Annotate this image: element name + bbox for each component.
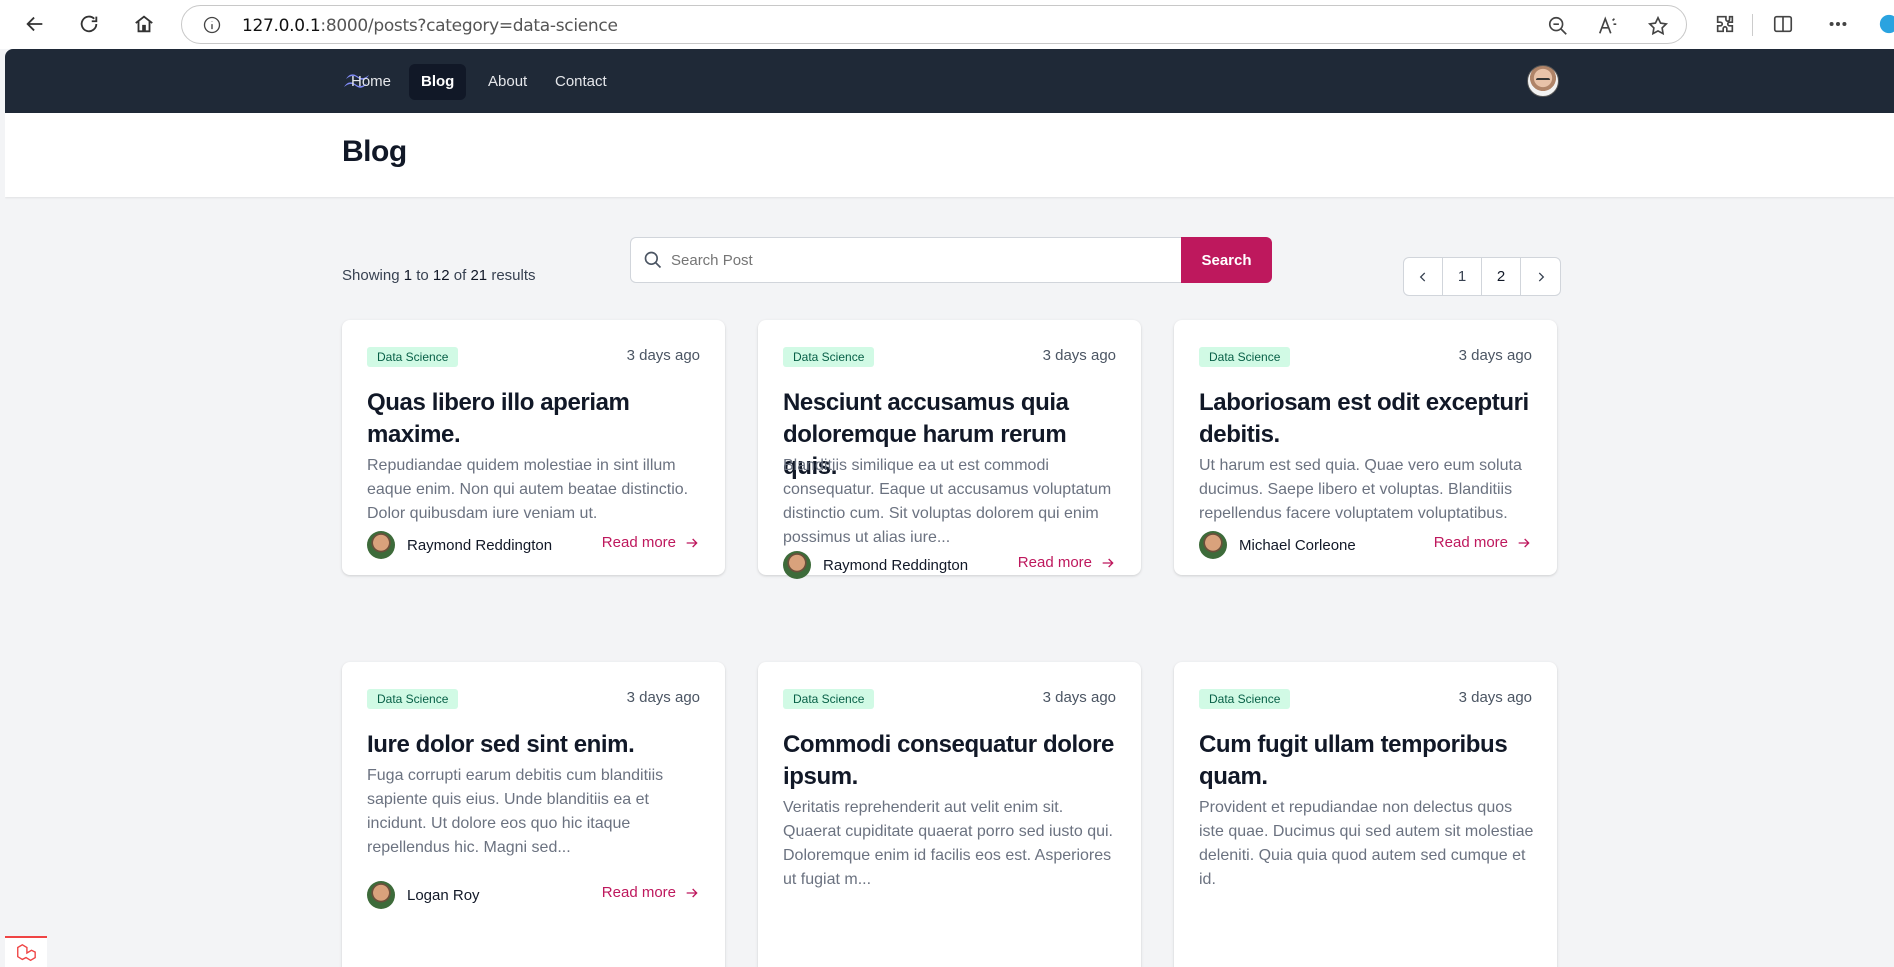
address-bar[interactable]: 127.0.0.1:8000/posts?category=data-scien… <box>181 5 1687 44</box>
author-avatar <box>367 531 395 559</box>
author-avatar <box>783 551 811 579</box>
browser-toolbar: 127.0.0.1:8000/posts?category=data-scien… <box>0 0 1894 49</box>
favorite-star-icon[interactable] <box>1647 15 1669 37</box>
post-title[interactable]: Cum fugit ullam temporibus quam. <box>1199 729 1534 793</box>
pagination-next-button[interactable] <box>1521 258 1560 295</box>
author-name: Raymond Reddington <box>823 556 969 574</box>
post-author: Raymond Reddington <box>783 551 968 579</box>
nav-about[interactable]: About <box>476 64 539 100</box>
results-to-word: to <box>416 267 429 284</box>
read-more-label: Read more <box>1433 534 1508 551</box>
post-author: Michael Corleone <box>1199 531 1356 559</box>
post-excerpt: Veritatis reprehenderit aut velit enim s… <box>783 799 1113 888</box>
post-date: 3 days ago <box>626 689 700 706</box>
url-host: 127.0.0.1 <box>242 16 321 36</box>
chevron-right-icon <box>1538 271 1544 282</box>
search-button[interactable]: Search <box>1181 237 1272 283</box>
results-of-word: of <box>453 267 467 284</box>
read-more-label: Read more <box>601 534 676 551</box>
post-date: 3 days ago <box>1042 689 1116 706</box>
site-info-icon[interactable] <box>202 15 222 35</box>
extensions-icon[interactable] <box>1714 13 1736 35</box>
post-author: Logan Roy <box>367 881 480 909</box>
post-excerpt: Blanditiis similique ea ut est commodi c… <box>783 457 1112 546</box>
results-to: 12 <box>432 267 450 284</box>
post-title[interactable]: Iure dolor sed sint enim. <box>367 729 702 761</box>
category-badge[interactable]: Data Science <box>367 347 459 367</box>
reload-icon[interactable] <box>75 10 103 38</box>
user-avatar[interactable] <box>1527 65 1559 97</box>
author-avatar <box>367 881 395 909</box>
post-date: 3 days ago <box>626 347 700 364</box>
page-title: Blog <box>342 135 407 168</box>
search-input[interactable] <box>630 237 1181 283</box>
pagination-page-1[interactable]: 1 <box>1443 258 1482 295</box>
post-excerpt: Repudiandae quidem molestiae in sint ill… <box>367 457 689 522</box>
home-icon[interactable] <box>130 10 158 38</box>
arrow-right-icon <box>686 538 698 547</box>
nav-home[interactable]: Home <box>339 64 403 100</box>
read-more-label: Read more <box>601 884 676 901</box>
author-name: Michael Corleone <box>1239 536 1356 554</box>
read-more-label: Read more <box>1017 554 1092 571</box>
post-card[interactable]: Data Science 3 days ago Laboriosam est o… <box>1174 320 1557 575</box>
post-author: Raymond Reddington <box>367 531 552 559</box>
post-card[interactable]: Data Science 3 days ago Commodi consequa… <box>758 662 1141 967</box>
url-path: :8000/posts?category=data-science <box>320 16 618 36</box>
category-badge[interactable]: Data Science <box>783 347 875 367</box>
pagination-prev-button[interactable] <box>1404 258 1443 295</box>
page-viewport: Home Blog About Contact Blog Search Show… <box>5 49 1894 967</box>
post-title[interactable]: Quas libero illo aperiam maxime. <box>367 387 702 451</box>
read-more-link[interactable]: Read more <box>602 534 700 551</box>
post-excerpt: Fuga corrupti earum debitis cum blanditi… <box>367 767 664 856</box>
results-total: 21 <box>470 267 488 284</box>
back-icon[interactable] <box>21 10 49 38</box>
zoom-out-icon[interactable] <box>1547 15 1569 37</box>
post-title[interactable]: Laboriosam est odit excepturi debitis. <box>1199 387 1534 451</box>
read-more-link[interactable]: Read more <box>1434 534 1532 551</box>
nav-blog[interactable]: Blog <box>409 64 467 100</box>
read-more-link[interactable]: Read more <box>1018 554 1116 571</box>
pagination: 1 2 <box>1403 257 1561 296</box>
post-excerpt: Ut harum est sed quia. Quae vero eum sol… <box>1199 457 1522 522</box>
post-card[interactable]: Data Science 3 days ago Cum fugit ullam … <box>1174 662 1557 967</box>
top-navigation: Home Blog About Contact <box>5 49 1894 113</box>
chevron-left-icon <box>1419 271 1426 282</box>
post-title[interactable]: Commodi consequatur dolore ipsum. <box>783 729 1118 793</box>
results-summary: Showing 1 to 12 of 21 results <box>342 267 536 284</box>
search-icon <box>643 250 663 270</box>
arrow-right-icon <box>1518 538 1530 547</box>
category-badge[interactable]: Data Science <box>1199 347 1291 367</box>
post-date: 3 days ago <box>1458 347 1532 364</box>
post-card[interactable]: Data Science 3 days ago Iure dolor sed s… <box>342 662 725 967</box>
arrow-right-icon <box>686 888 698 897</box>
results-prefix: Showing <box>342 267 400 284</box>
more-menu-icon[interactable] <box>1827 13 1849 35</box>
category-badge[interactable]: Data Science <box>1199 689 1291 709</box>
author-avatar <box>1199 531 1227 559</box>
laravel-debugbar-icon[interactable] <box>5 936 47 967</box>
results-from: 1 <box>403 267 413 284</box>
nav-contact[interactable]: Contact <box>543 64 619 100</box>
page-header: Blog <box>5 113 1894 197</box>
toolbar-divider <box>1752 14 1753 36</box>
copilot-icon[interactable] <box>1878 13 1894 35</box>
pagination-page-2[interactable]: 2 <box>1482 258 1521 295</box>
arrow-right-icon <box>1102 558 1114 567</box>
post-excerpt: Provident et repudiandae non delectus qu… <box>1199 799 1534 888</box>
post-card[interactable]: Data Science 3 days ago Nesciunt accusam… <box>758 320 1141 579</box>
post-date: 3 days ago <box>1458 689 1532 706</box>
author-name: Logan Roy <box>407 886 480 904</box>
author-name: Raymond Reddington <box>407 536 553 554</box>
split-screen-icon[interactable] <box>1772 13 1794 35</box>
read-more-link[interactable]: Read more <box>602 884 700 901</box>
category-badge[interactable]: Data Science <box>367 689 459 709</box>
results-suffix: results <box>491 267 536 284</box>
search-form: Search <box>630 237 1272 283</box>
category-badge[interactable]: Data Science <box>783 689 875 709</box>
post-card[interactable]: Data Science 3 days ago Quas libero illo… <box>342 320 725 575</box>
url-text: 127.0.0.1:8000/posts?category=data-scien… <box>242 16 618 36</box>
read-aloud-icon[interactable] <box>1597 15 1619 37</box>
post-date: 3 days ago <box>1042 347 1116 364</box>
